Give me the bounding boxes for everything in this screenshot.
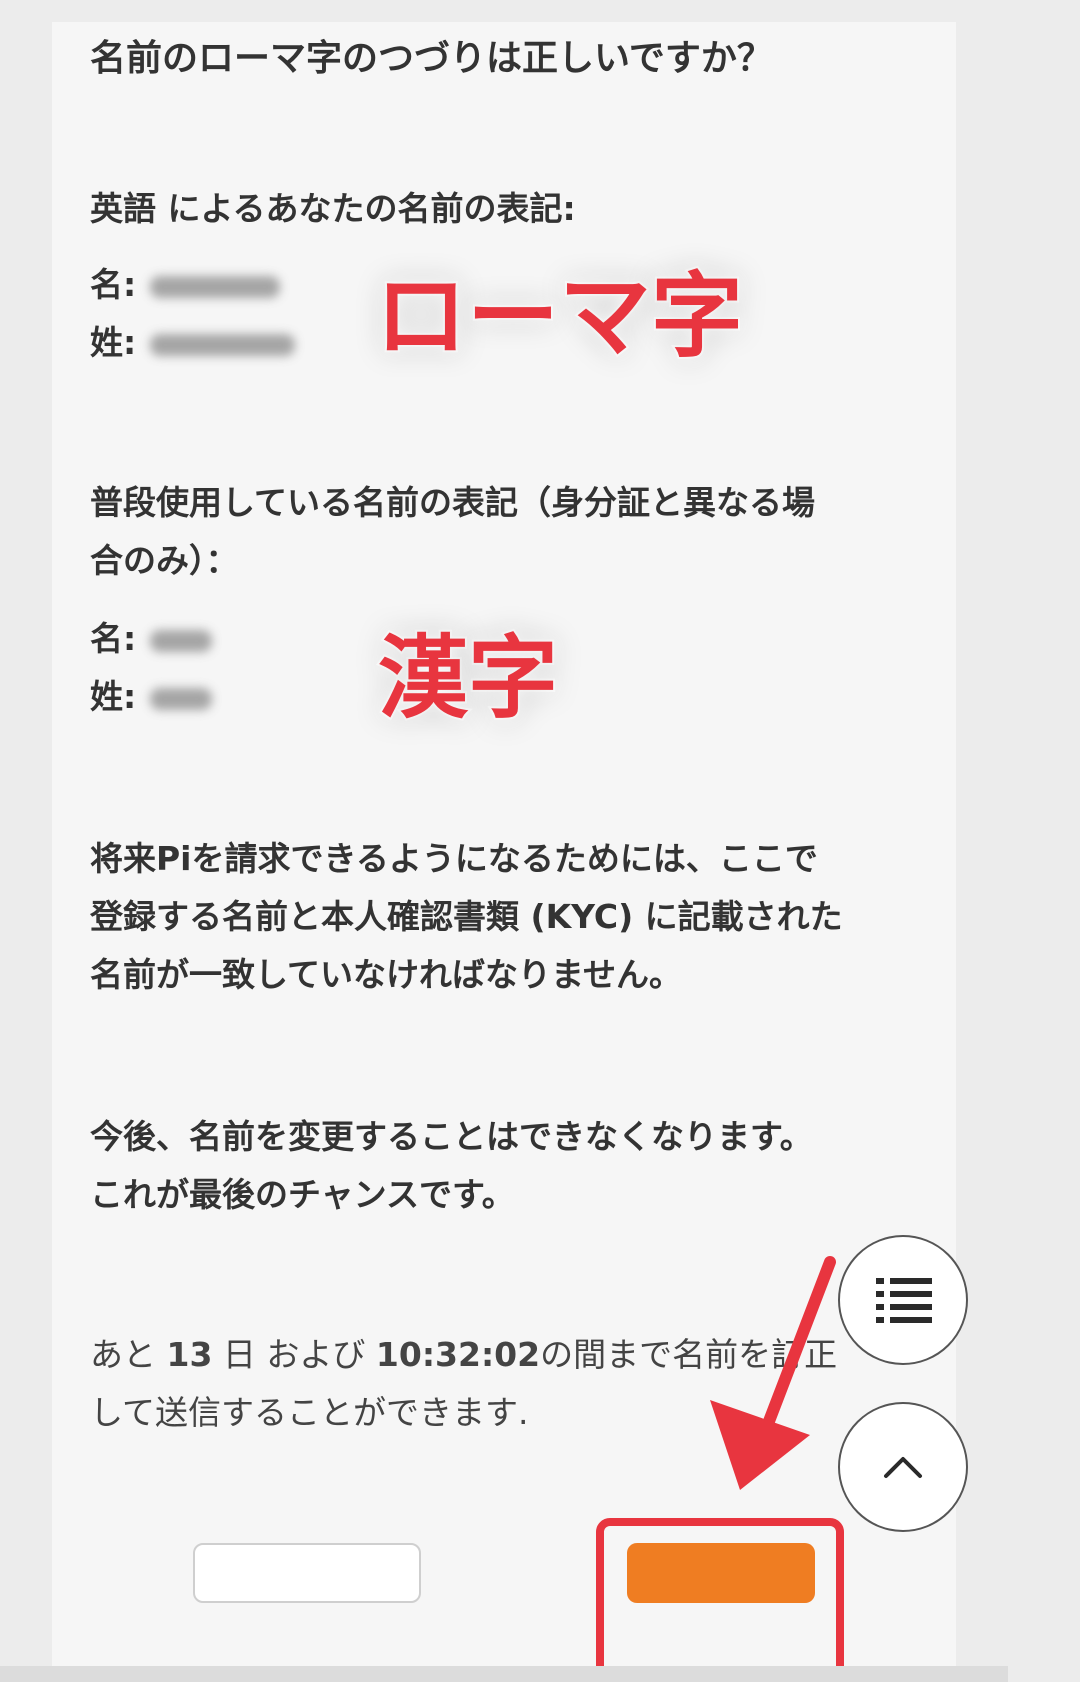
arrow-annotation	[710, 1256, 836, 1490]
english-last-name-row: 姓:	[90, 314, 296, 372]
warning-line1: 今後、名前を変更することはできなくなります。	[90, 1117, 813, 1156]
first-name-label: 名:	[90, 265, 137, 304]
page-title: 名前のローマ字のつづりは正しいですか？	[90, 38, 773, 79]
cancel-button[interactable]	[193, 1543, 421, 1603]
usual-name-heading-line1: 普段使用している名前の表記（身分証と異なる場	[90, 483, 816, 522]
annotation-romaji: ローマ字	[373, 261, 745, 372]
english-name-heading: 英語 によるあなたの名前の表記:	[90, 189, 576, 228]
blurred-last-name	[150, 333, 296, 356]
blurred-first-name	[150, 629, 213, 652]
kyc-notice-line1: 将来Piを請求できるようになるためには、ここで	[90, 839, 818, 878]
last-name-label: 姓:	[90, 323, 137, 362]
annotation-kanji: 漢字	[376, 624, 560, 733]
english-first-name-row: 名:	[90, 256, 281, 314]
last-name-label: 姓:	[90, 677, 137, 716]
deadline-time: 10:32:02	[375, 1335, 541, 1374]
chevron-up-icon	[884, 1457, 922, 1478]
blurred-first-name	[150, 275, 281, 298]
deadline-days: 13	[166, 1335, 213, 1374]
warning-line2: これが最後のチャンスです。	[90, 1175, 515, 1214]
deadline-prefix: あと	[90, 1335, 167, 1374]
scroll-top-button[interactable]	[838, 1402, 968, 1532]
deadline-line2: して送信することができます.	[90, 1393, 529, 1432]
usual-first-name-row: 名:	[90, 610, 213, 668]
usual-name-heading-line2: 合のみ）：	[90, 541, 239, 580]
list-icon	[876, 1278, 932, 1323]
usual-last-name-row: 姓:	[90, 668, 213, 726]
page: 名前のローマ字のつづりは正しいですか？ 英語 によるあなたの名前の表記: 名: …	[0, 0, 1008, 1682]
submit-button[interactable]	[627, 1543, 815, 1603]
kyc-notice-line2: 登録する名前と本人確認書類 (KYC) に記載された	[90, 897, 843, 936]
bottom-edge	[0, 1666, 1008, 1682]
kyc-notice-line3: 名前が一致していなければなりません。	[90, 955, 683, 994]
toc-button[interactable]	[838, 1235, 968, 1365]
deadline-days-unit: 日 および	[212, 1335, 376, 1374]
blurred-last-name	[150, 687, 213, 710]
first-name-label: 名:	[90, 619, 137, 658]
